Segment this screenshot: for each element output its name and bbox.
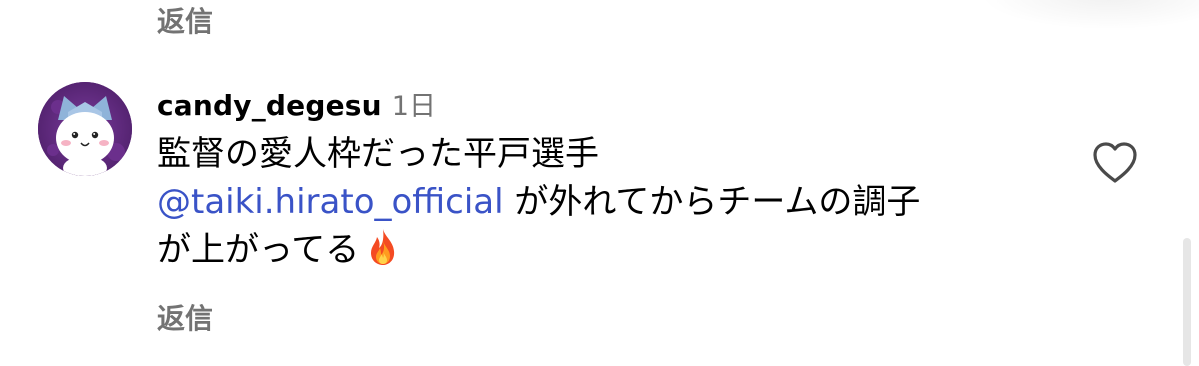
comment-meta: candy_degesu 1日 — [157, 84, 1057, 124]
avatar-image — [38, 82, 132, 176]
fire-emoji-icon — [363, 227, 403, 267]
avatar[interactable] — [38, 82, 132, 176]
overlay-shadow — [979, 0, 1199, 30]
comment-text-line1: 監督の愛人枠だった平戸選手 — [157, 134, 599, 174]
comment: candy_degesu 1日 監督の愛人枠だった平戸選手 @taiki.hir… — [157, 84, 1057, 274]
username-link[interactable]: candy_degesu — [157, 89, 382, 122]
scrollbar[interactable] — [1183, 238, 1191, 366]
previous-reply-button[interactable]: 返信 — [157, 4, 213, 40]
comment-text-line3: が上がってる — [157, 230, 360, 270]
mention-link[interactable]: @taiki.hirato_official — [157, 182, 504, 222]
reply-button[interactable]: 返信 — [157, 301, 213, 337]
comment-text: 監督の愛人枠だった平戸選手 @taiki.hirato_official が外れ… — [157, 130, 1057, 274]
comment-text-after-mention: が外れてからチームの調子 — [503, 182, 921, 222]
timestamp: 1日 — [391, 91, 436, 122]
heart-outline-icon[interactable] — [1091, 141, 1139, 185]
